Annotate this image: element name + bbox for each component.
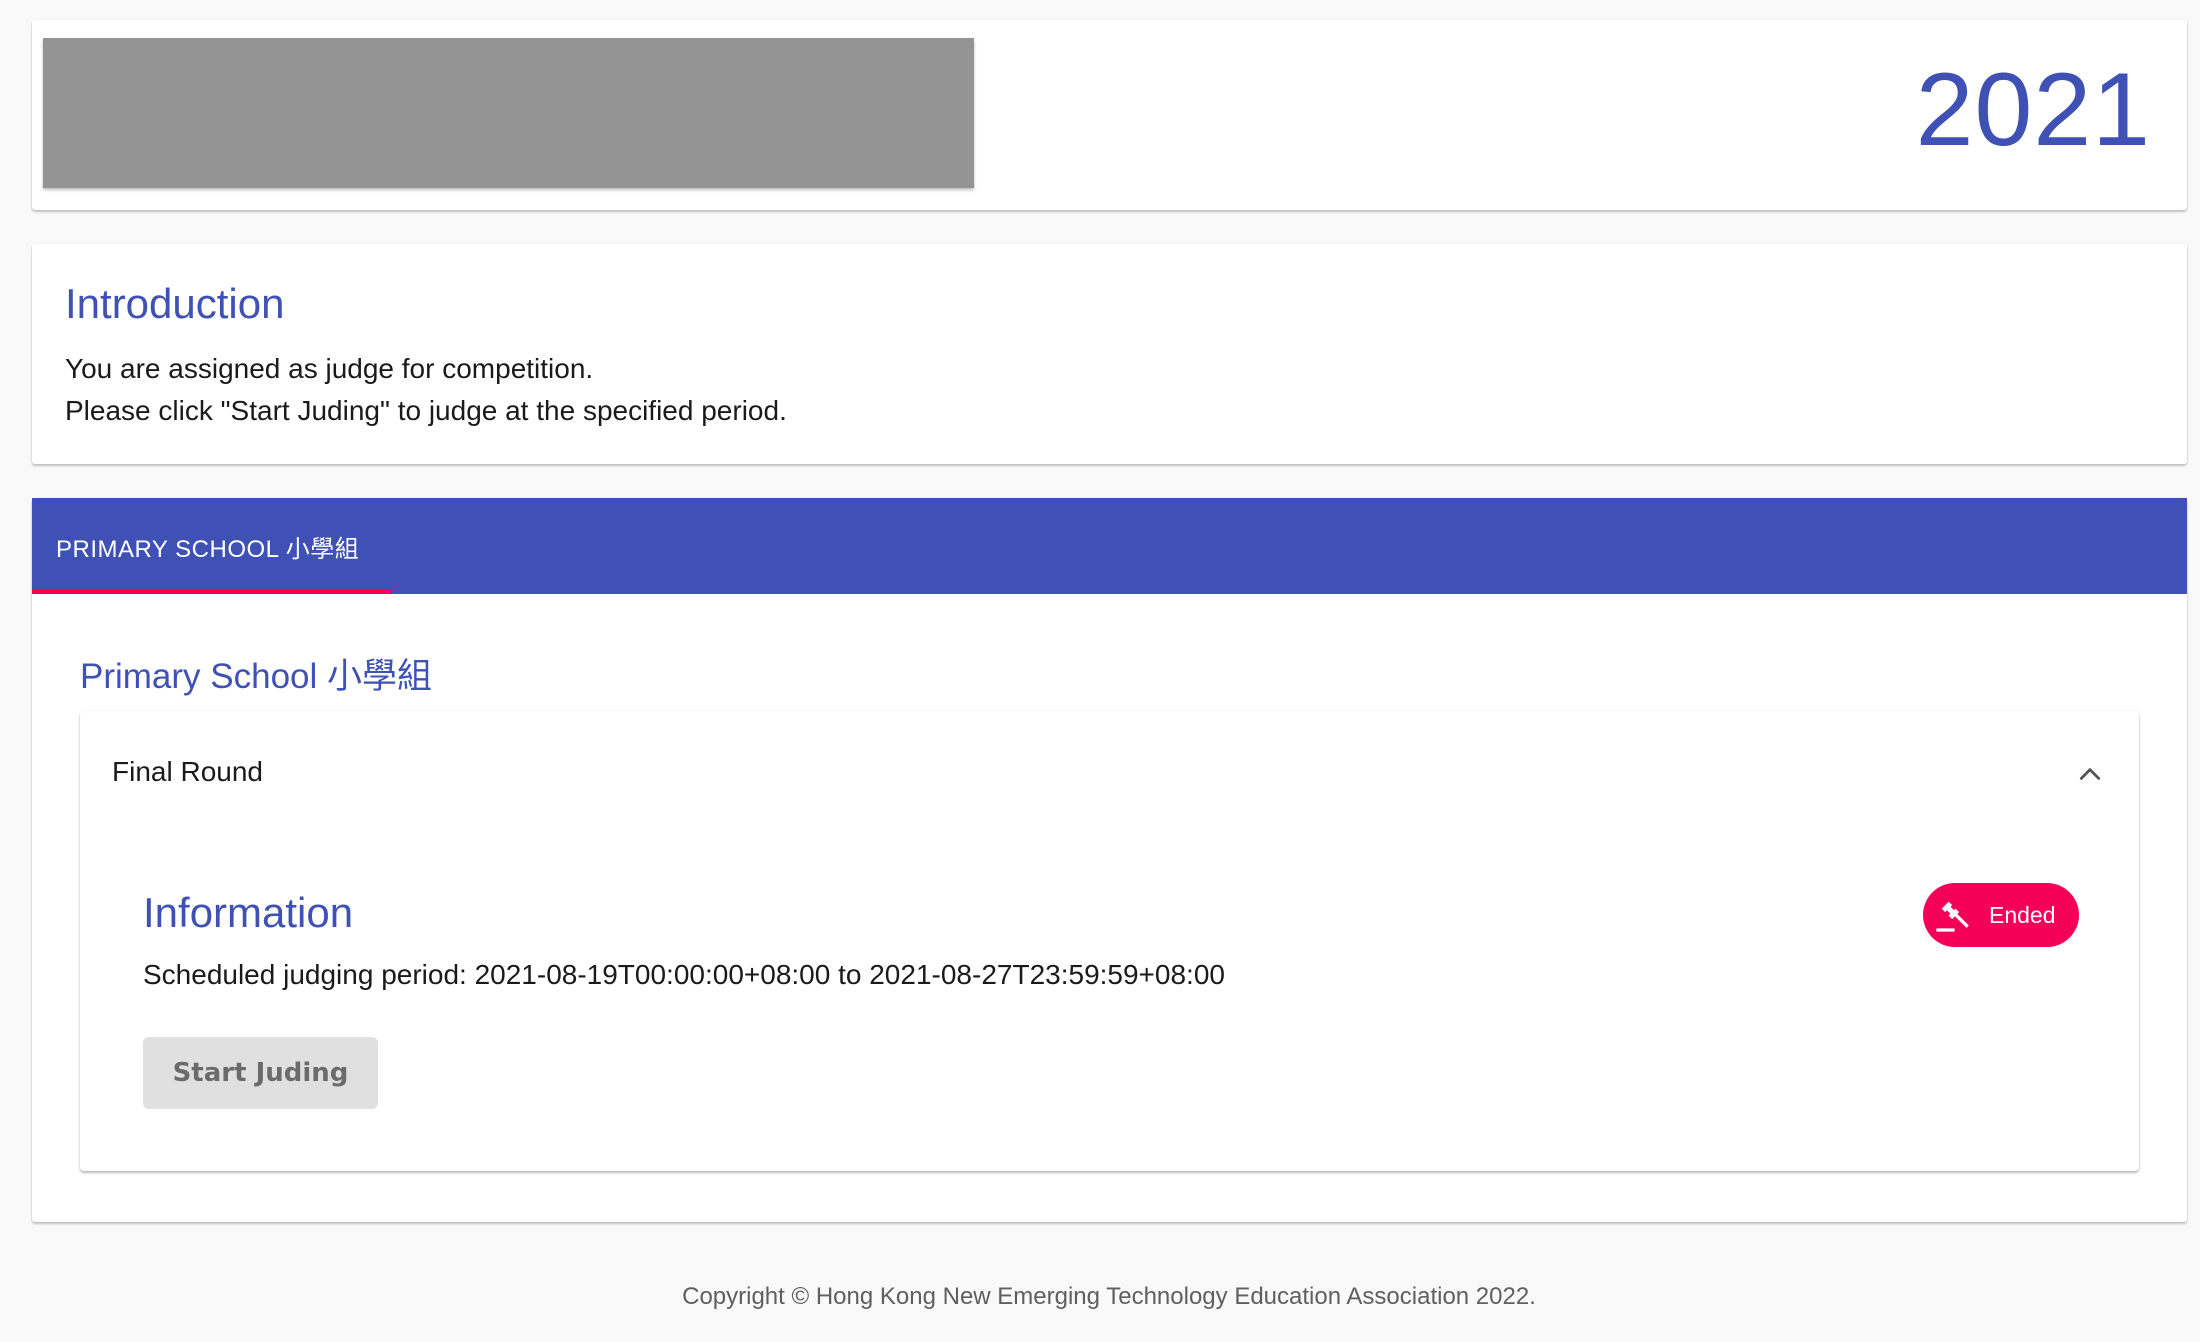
tab-active-indicator <box>32 590 392 594</box>
introduction-title: Introduction <box>65 280 285 327</box>
tab-label: PRIMARY SCHOOL 小學組 <box>56 535 360 563</box>
round-title: Final Round <box>112 756 263 787</box>
banner-image <box>43 38 974 188</box>
tab-primary-school[interactable]: PRIMARY SCHOOL 小學組 <box>32 498 392 594</box>
year-title: 2021 <box>1915 52 2151 168</box>
introduction-text-line-2: Please click "Start Juding" to judge at … <box>65 395 787 426</box>
round-panel-header[interactable]: Final Round <box>80 711 2139 839</box>
status-chip: Ended <box>1923 883 2079 947</box>
header-card: 2021 <box>32 20 2187 210</box>
chevron-up-icon[interactable] <box>2077 761 2103 787</box>
gavel-icon <box>1936 901 1969 932</box>
judging-period-text: Scheduled judging period: 2021-08-19T00:… <box>143 959 1225 990</box>
footer-copyright: Copyright © Hong Kong New Emerging Techn… <box>682 1283 1536 1310</box>
introduction-text-line-1: You are assigned as judge for competitio… <box>65 353 594 384</box>
competition-tabs-card: PRIMARY SCHOOL 小學組 Primary School 小學組 Fi… <box>32 498 2187 1222</box>
start-judging-button[interactable]: Start Juding <box>143 1037 378 1109</box>
section-title: Primary School 小學組 <box>80 657 433 696</box>
round-expansion-panel: Final Round Information Scheduled judgin… <box>80 711 2139 1171</box>
tab-bar: PRIMARY SCHOOL 小學組 <box>32 498 2187 594</box>
status-label: Ended <box>1989 901 2056 928</box>
information-title: Information <box>143 889 354 936</box>
introduction-card: Introduction You are assigned as judge f… <box>32 244 2187 464</box>
